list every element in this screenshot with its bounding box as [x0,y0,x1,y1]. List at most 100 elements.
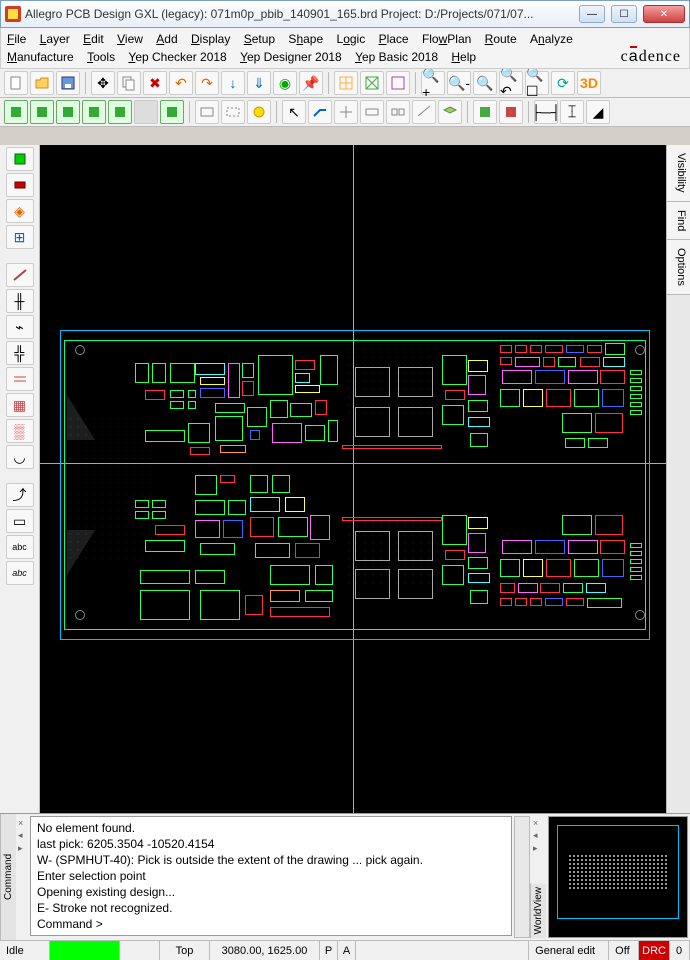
design-canvas[interactable] [40,145,666,813]
menu-place[interactable]: Place [379,30,409,48]
open-button[interactable] [30,71,54,95]
status-p[interactable]: P [320,941,338,960]
globe-button[interactable]: ◉ [273,71,297,95]
wv-close-icon[interactable]: × [533,818,538,828]
menu-yep-basic[interactable]: Yep Basic 2018 [355,48,438,66]
route2-button[interactable] [334,100,358,124]
tool-abc-icon[interactable]: abc [6,535,34,559]
zoom-in-button[interactable]: 🔍+ [421,71,445,95]
maximize-button[interactable]: ☐ [611,5,637,23]
shape6-button[interactable] [160,100,184,124]
cmd-left-icon[interactable]: ◂ [18,830,23,841]
menu-yep-checker[interactable]: Yep Checker 2018 [128,48,226,66]
menu-help[interactable]: Help [451,48,476,66]
worldview-minimap[interactable] [548,816,688,938]
undo-button[interactable]: ↶ [169,71,193,95]
new-button[interactable] [4,71,28,95]
tab-find[interactable]: Find [667,202,690,240]
3d-button[interactable]: 3D [577,71,601,95]
rect-sel-button[interactable] [221,100,245,124]
cursor-button[interactable]: ↖ [282,100,306,124]
circle-yellow-button[interactable] [247,100,271,124]
wv-right-icon[interactable]: ▸ [533,843,538,854]
menu-file[interactable]: File [7,30,26,48]
route5-button[interactable] [412,100,436,124]
tool-wave-icon[interactable]: ⌁ [6,315,34,339]
route4-button[interactable] [386,100,410,124]
down-arrow-button[interactable]: ↓ [221,71,245,95]
menu-analyze[interactable]: Analyze [530,30,573,48]
command-log[interactable]: No element found. last pick: 6205.3504 -… [30,816,512,936]
layers-button[interactable] [438,100,462,124]
tool-trace-icon[interactable] [6,263,34,287]
menu-flowplan[interactable]: FlowPlan [422,30,471,48]
move-button[interactable]: ✥ [91,71,115,95]
place1-button[interactable] [473,100,497,124]
shape1-button[interactable] [4,100,28,124]
cmd-prompt[interactable]: Command > [37,916,505,932]
blank1-button[interactable] [134,100,158,124]
tool-thermal-icon[interactable]: ◈ [6,199,34,223]
tool-text-icon[interactable]: ⤴ [6,483,34,507]
menu-edit[interactable]: Edit [83,30,104,48]
wv-left-icon[interactable]: ◂ [533,830,538,841]
cmd-right-icon[interactable]: ▸ [18,843,23,854]
tool-path-icon[interactable]: ◡ [6,445,34,469]
tool-chip-icon[interactable] [6,147,34,171]
menu-setup[interactable]: Setup [244,30,275,48]
zoom-prev-button[interactable]: 🔍↶ [499,71,523,95]
shape5-button[interactable] [108,100,132,124]
menu-manufacture[interactable]: Manufacture [7,48,74,66]
tool-ic-icon[interactable] [6,173,34,197]
down-arrow-alt-button[interactable]: ⇓ [247,71,271,95]
tool-grid-icon[interactable]: ▒ [6,419,34,443]
delete-button[interactable]: ✖ [143,71,167,95]
copy-button[interactable] [117,71,141,95]
menu-layer[interactable]: Layer [40,30,70,48]
command-scrollbar[interactable] [514,816,530,938]
refresh-button[interactable]: ⟳ [551,71,575,95]
cmd-close-icon[interactable]: × [18,818,23,828]
dim-h-button[interactable]: ├─┤ [534,100,558,124]
minimize-button[interactable]: — [579,5,605,23]
place2-button[interactable] [499,100,523,124]
zoom-sel-button[interactable]: 🔍☐ [525,71,549,95]
rect-button[interactable] [195,100,219,124]
status-layer[interactable]: Top [160,941,210,960]
menu-view[interactable]: View [117,30,143,48]
menu-add[interactable]: Add [156,30,177,48]
status-a[interactable]: A [338,941,356,960]
save-button[interactable] [56,71,80,95]
close-button[interactable]: ✕ [643,5,685,23]
grid2-button[interactable] [360,71,384,95]
shape4-button[interactable] [82,100,106,124]
grid1-button[interactable] [334,71,358,95]
tab-options[interactable]: Options [667,240,690,295]
menu-logic[interactable]: Logic [337,30,366,48]
tool-via-icon[interactable]: ╫ [6,289,34,313]
tab-visibility[interactable]: Visibility [667,145,690,202]
menu-shape[interactable]: Shape [288,30,323,48]
grid3-button[interactable] [386,71,410,95]
redo-button[interactable]: ↷ [195,71,219,95]
tool-diffpair-icon[interactable]: ╬ [6,341,34,365]
menu-yep-designer[interactable]: Yep Designer 2018 [240,48,342,66]
tool-pad-icon[interactable]: ▦ [6,393,34,417]
route1-button[interactable] [308,100,332,124]
menu-route[interactable]: Route [485,30,517,48]
menu-tools[interactable]: Tools [87,48,115,66]
shape2-button[interactable] [30,100,54,124]
tool-measure-icon[interactable]: ▭ [6,509,34,533]
zoom-out-button[interactable]: 🔍- [447,71,471,95]
dim-a-button[interactable]: ◢ [586,100,610,124]
dim-v-button[interactable]: ┬┴ [560,100,584,124]
tool-net-icon[interactable]: ⊞ [6,225,34,249]
pin-button[interactable]: 📌 [299,71,323,95]
shape3-button[interactable] [56,100,80,124]
status-drc-badge[interactable]: DRC [639,941,670,960]
tool-bus-icon[interactable] [6,367,34,391]
tool-abc2-icon[interactable]: abc [6,561,34,585]
zoom-fit-button[interactable]: 🔍 [473,71,497,95]
menu-display[interactable]: Display [191,30,230,48]
route3-button[interactable] [360,100,384,124]
